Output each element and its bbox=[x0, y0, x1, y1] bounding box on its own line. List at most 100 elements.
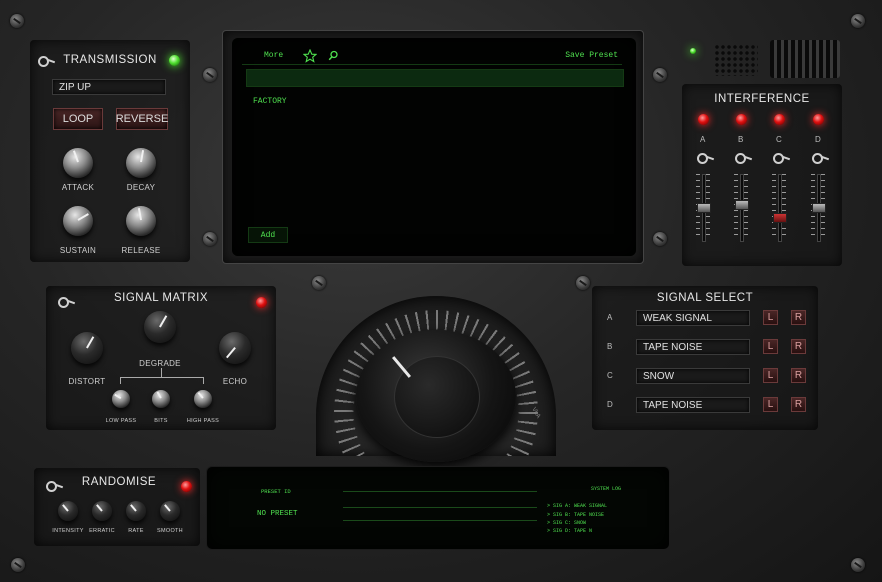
favorite-star-icon[interactable] bbox=[303, 49, 317, 63]
sustain-knob[interactable] bbox=[63, 206, 93, 236]
search-icon[interactable] bbox=[328, 50, 339, 61]
signal-source-field[interactable]: TAPE NOISE bbox=[636, 397, 750, 413]
transmission-title: TRANSMISSION bbox=[63, 54, 157, 66]
echo-knob[interactable] bbox=[219, 332, 251, 364]
randomise-led bbox=[181, 481, 192, 492]
attack-label: ATTACK bbox=[61, 183, 95, 192]
transmission-panel: TRANSMISSION ZIP UP LOOP REVERSE ATTACK … bbox=[30, 40, 190, 262]
reverse-button[interactable]: REVERSE bbox=[116, 108, 168, 130]
main-dial-knob[interactable] bbox=[356, 330, 516, 462]
signal-matrix-toggle[interactable] bbox=[56, 295, 74, 309]
high-pass-knob[interactable] bbox=[194, 390, 212, 408]
interference-toggle-d[interactable] bbox=[810, 151, 828, 165]
display-line bbox=[343, 507, 537, 508]
interference-title: INTERFERENCE bbox=[714, 93, 810, 105]
signal-matrix-panel: SIGNAL MATRIX DISTORT DEGRADE ECHO LOW P… bbox=[46, 286, 276, 430]
signal-matrix-led bbox=[256, 297, 267, 308]
interference-fader-a[interactable] bbox=[696, 174, 711, 242]
factory-category-item[interactable]: FACTORY bbox=[253, 97, 287, 106]
right-channel-button[interactable]: R bbox=[791, 397, 806, 412]
screw bbox=[851, 558, 865, 572]
left-channel-button[interactable]: L bbox=[763, 368, 778, 383]
fader-cap[interactable] bbox=[812, 203, 826, 213]
degrade-knob[interactable] bbox=[144, 311, 176, 343]
interference-toggle-a[interactable] bbox=[695, 151, 713, 165]
interference-channel-label: C bbox=[776, 135, 782, 144]
signal-source-field[interactable]: WEAK SIGNAL bbox=[636, 310, 750, 326]
right-channel-button[interactable]: R bbox=[791, 368, 806, 383]
display-line bbox=[343, 491, 537, 492]
vent-grille bbox=[770, 40, 840, 78]
rate-knob[interactable] bbox=[126, 501, 146, 521]
preset-id-value: NO PRESET bbox=[257, 510, 298, 518]
signal-matrix-title: SIGNAL MATRIX bbox=[113, 292, 209, 304]
fader-cap[interactable] bbox=[697, 203, 711, 213]
screw bbox=[10, 14, 24, 28]
fader-cap[interactable] bbox=[735, 200, 749, 210]
screw bbox=[851, 14, 865, 28]
low-pass-knob[interactable] bbox=[112, 390, 130, 408]
decay-knob[interactable] bbox=[126, 148, 156, 178]
intensity-knob[interactable] bbox=[58, 501, 78, 521]
interference-led-d bbox=[813, 114, 824, 125]
erratic-knob[interactable] bbox=[92, 501, 112, 521]
preset-id-label: PRESET ID bbox=[261, 488, 291, 495]
transmission-power-toggle[interactable] bbox=[36, 54, 54, 68]
signal-row-letter: A bbox=[607, 313, 613, 322]
left-channel-button[interactable]: L bbox=[763, 397, 778, 412]
log-line: > SIG C: SNOW bbox=[547, 520, 587, 526]
randomise-toggle[interactable] bbox=[44, 479, 62, 493]
interference-fader-d[interactable] bbox=[811, 174, 826, 242]
screw bbox=[653, 232, 667, 246]
right-channel-button[interactable]: R bbox=[791, 339, 806, 354]
save-preset-button[interactable]: Save Preset bbox=[565, 51, 618, 60]
transmission-status-led bbox=[169, 55, 180, 66]
signal-source-field[interactable]: SNOW bbox=[636, 368, 750, 384]
signal-source-field[interactable]: TAPE NOISE bbox=[636, 339, 750, 355]
interference-toggle-c[interactable] bbox=[771, 151, 789, 165]
signal-row-letter: D bbox=[607, 400, 613, 409]
smooth-label: SMOOTH bbox=[157, 528, 183, 534]
speaker-grille bbox=[714, 44, 758, 76]
screw bbox=[653, 68, 667, 82]
status-display: PRESET ID NO PRESET SYSTEM LOG > SIG A: … bbox=[206, 466, 670, 550]
signal-row-letter: C bbox=[607, 371, 613, 380]
screw bbox=[11, 558, 25, 572]
log-line: > SIG B: TAPE NOISE bbox=[547, 512, 605, 518]
interference-led-a bbox=[698, 114, 709, 125]
interference-channel-label: B bbox=[738, 135, 744, 144]
bracket-stem bbox=[161, 368, 162, 377]
more-menu-button[interactable]: More bbox=[264, 51, 283, 60]
interference-toggle-b[interactable] bbox=[733, 151, 751, 165]
screw bbox=[203, 68, 217, 82]
loop-button[interactable]: LOOP bbox=[53, 108, 103, 130]
status-led-small bbox=[690, 48, 696, 54]
screw bbox=[312, 276, 326, 290]
log-line: > SIG D: TAPE N bbox=[547, 528, 593, 534]
sustain-label: SUSTAIN bbox=[59, 246, 97, 255]
screw bbox=[576, 276, 590, 290]
signal-select-title: SIGNAL SELECT bbox=[656, 292, 754, 304]
attack-knob[interactable] bbox=[63, 148, 93, 178]
left-channel-button[interactable]: L bbox=[763, 339, 778, 354]
interference-fader-b[interactable] bbox=[734, 174, 749, 242]
interference-led-b bbox=[736, 114, 747, 125]
left-channel-button[interactable]: L bbox=[763, 310, 778, 325]
interference-fader-c[interactable] bbox=[772, 174, 787, 242]
preset-name-field[interactable]: ZIP UP bbox=[52, 79, 166, 95]
system-log-label: SYSTEM LOG bbox=[591, 486, 622, 492]
degrade-label: DEGRADE bbox=[139, 359, 181, 368]
distort-knob[interactable] bbox=[71, 332, 103, 364]
release-knob[interactable] bbox=[126, 206, 156, 236]
add-button[interactable]: Add bbox=[248, 227, 288, 243]
decay-label: DECAY bbox=[126, 183, 156, 192]
browser-search-bar[interactable] bbox=[246, 69, 624, 87]
bits-knob[interactable] bbox=[152, 390, 170, 408]
signal-row-letter: B bbox=[607, 342, 613, 351]
right-channel-button[interactable]: R bbox=[791, 310, 806, 325]
echo-label: ECHO bbox=[222, 377, 248, 386]
randomise-title: RANDOMISE bbox=[81, 476, 157, 488]
fader-cap[interactable] bbox=[773, 213, 787, 223]
smooth-knob[interactable] bbox=[160, 501, 180, 521]
interference-led-c bbox=[774, 114, 785, 125]
